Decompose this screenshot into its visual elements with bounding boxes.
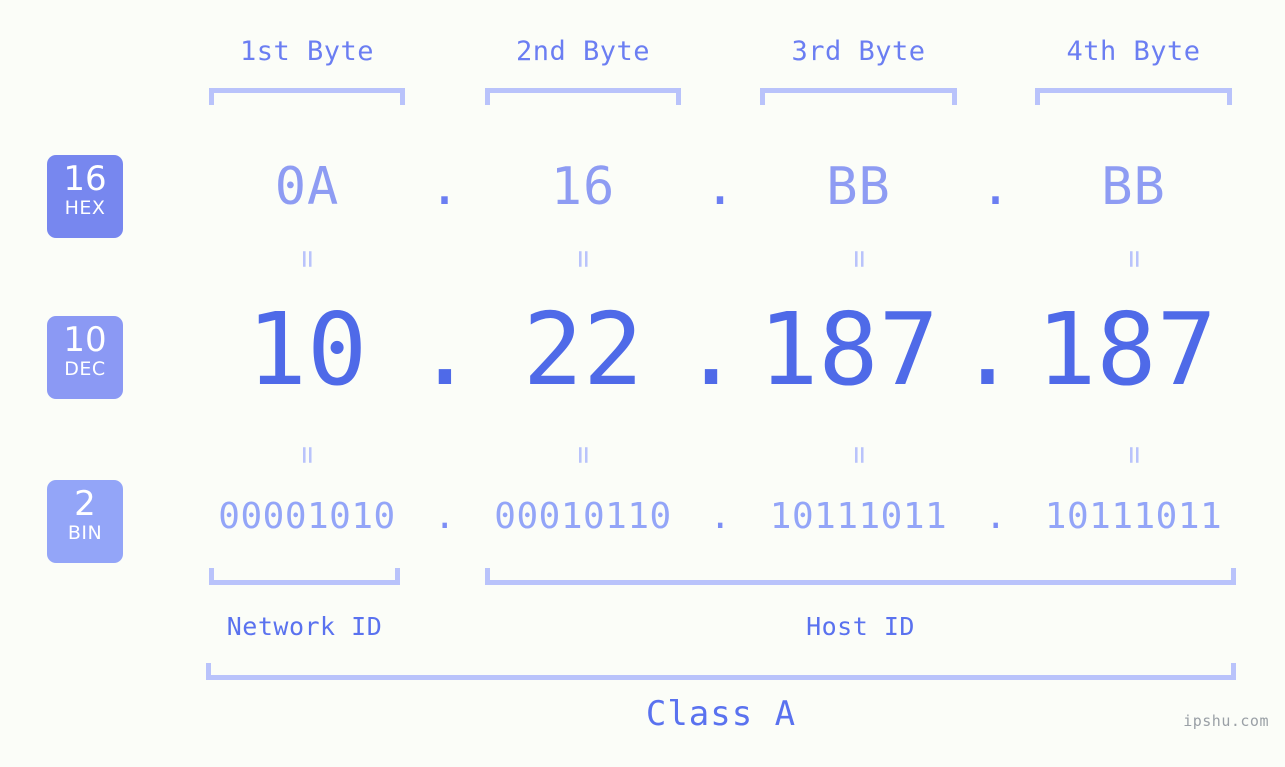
equals-icon-dec-bin-4: = <box>1116 445 1152 465</box>
byte-bracket-1 <box>209 88 405 105</box>
dec-separator-2: . <box>681 291 742 408</box>
base-badge-dec: 10 DEC <box>47 316 123 399</box>
network-id-label: Network ID <box>226 612 383 641</box>
equals-icon-hex-dec-2: = <box>566 249 601 269</box>
class-bracket <box>206 663 1236 680</box>
byte-bracket-2 <box>485 88 681 105</box>
base-badge-dec-name: DEC <box>64 358 106 380</box>
site-watermark: ipshu.com <box>1183 712 1269 730</box>
base-badge-hex-number: 16 <box>63 159 107 199</box>
host-id-label: Host ID <box>806 612 915 641</box>
equals-icon-dec-bin-2: = <box>566 445 601 465</box>
host-id-bracket <box>485 568 1236 585</box>
dec-octet-2: 22 <box>522 291 644 408</box>
hex-separator-3: . <box>979 157 1013 217</box>
ip-address-breakdown-diagram: 1st Byte 2nd Byte 3rd Byte 4th Byte 16 H… <box>0 0 1285 767</box>
hex-octet-4: BB <box>1101 157 1166 217</box>
hex-separator-1: . <box>428 157 462 217</box>
hex-separator-2: . <box>704 157 737 217</box>
byte-header-label-3: 3rd Byte <box>791 36 926 67</box>
hex-octet-1: 0A <box>274 157 340 217</box>
base-badge-bin-number: 2 <box>74 484 96 524</box>
bin-separator-2: . <box>709 496 732 537</box>
hex-octet-2: 16 <box>550 157 616 217</box>
base-badge-dec-number: 10 <box>63 320 107 360</box>
byte-header-label-4: 4th Byte <box>1066 36 1201 67</box>
equals-icon-hex-dec-3: = <box>841 249 877 269</box>
dec-octet-1: 10 <box>246 291 368 408</box>
equals-icon-hex-dec-4: = <box>1116 249 1152 269</box>
bin-separator-3: . <box>984 496 1008 537</box>
bin-separator-1: . <box>433 496 457 537</box>
bin-octet-2: 00010110 <box>494 496 672 537</box>
bin-octet-3: 10111011 <box>769 496 948 537</box>
base-badge-hex-name: HEX <box>64 197 106 219</box>
hex-octet-3: BB <box>826 157 891 217</box>
base-badge-hex: 16 HEX <box>47 155 123 238</box>
base-badge-bin: 2 BIN <box>47 480 123 563</box>
equals-icon-hex-dec-1: = <box>290 249 325 269</box>
class-label: Class A <box>645 694 797 734</box>
dec-octet-4: 187 <box>1036 291 1217 408</box>
bin-octet-4: 10111011 <box>1044 496 1223 537</box>
network-id-bracket <box>209 568 400 585</box>
byte-bracket-4 <box>1035 88 1232 105</box>
base-badge-bin-name: BIN <box>67 522 103 544</box>
dec-separator-3: . <box>957 291 1018 408</box>
dec-octet-3: 187 <box>758 291 939 408</box>
byte-header-label-1: 1st Byte <box>239 36 375 67</box>
byte-header-label-2: 2nd Byte <box>515 36 651 67</box>
bin-octet-1: 00001010 <box>218 496 396 537</box>
equals-icon-dec-bin-3: = <box>841 445 877 465</box>
dec-separator-1: . <box>414 291 476 408</box>
byte-bracket-3 <box>760 88 957 105</box>
equals-icon-dec-bin-1: = <box>290 445 325 465</box>
